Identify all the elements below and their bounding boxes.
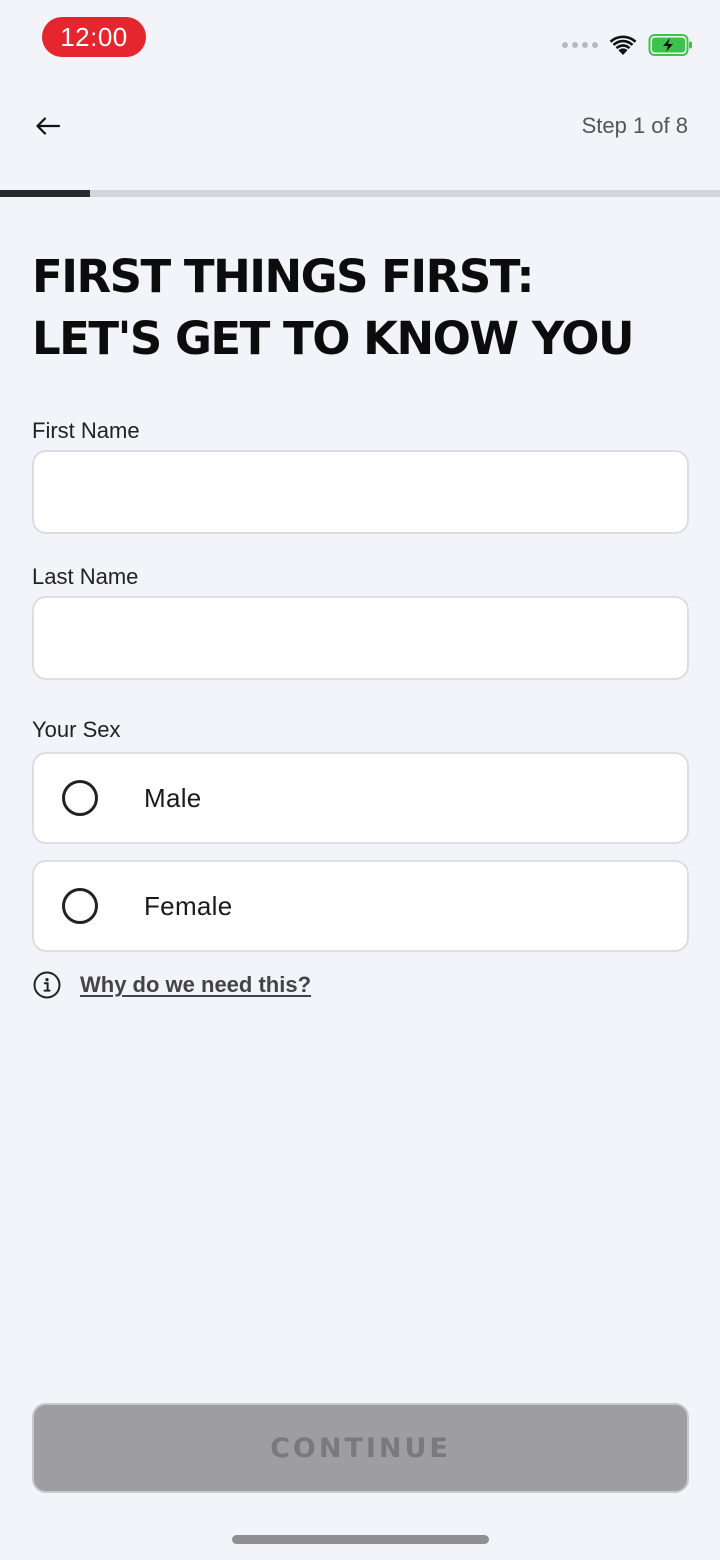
why-info-row[interactable]: Why do we need this?: [32, 970, 311, 1000]
sex-label: Your Sex: [32, 717, 121, 742]
last-name-input[interactable]: [32, 596, 689, 680]
continue-button[interactable]: CONTINUE: [32, 1403, 689, 1493]
first-name-input[interactable]: [32, 450, 689, 534]
cellular-signal-icon: [562, 42, 598, 48]
radio-button[interactable]: [62, 888, 98, 924]
status-time: 12:00: [42, 17, 146, 57]
radio-label: Male: [144, 782, 202, 813]
radio-label: Female: [144, 890, 233, 921]
page-title: FIRST THINGS FIRST: LET'S GET TO KNOW YO…: [32, 246, 702, 370]
info-icon: [33, 971, 61, 999]
back-button[interactable]: [30, 108, 66, 144]
sex-option-male[interactable]: Male: [32, 752, 689, 844]
first-name-label: First Name: [32, 418, 140, 443]
home-indicator: [232, 1535, 489, 1544]
radio-button[interactable]: [62, 780, 98, 816]
battery-charging-icon: [648, 34, 692, 56]
sex-option-female[interactable]: Female: [32, 860, 689, 952]
progress-bar-fill: [0, 190, 90, 197]
arrow-left-icon: [36, 117, 61, 135]
last-name-label: Last Name: [32, 564, 139, 589]
page-title-line-1: FIRST THINGS FIRST:: [32, 250, 534, 303]
wifi-icon: [609, 35, 637, 55]
page-title-line-2: LET'S GET TO KNOW YOU: [32, 312, 634, 365]
status-indicators: [562, 30, 694, 60]
step-indicator: Step 1 of 8: [581, 113, 688, 138]
progress-bar: [0, 190, 720, 197]
why-do-we-need-this-link[interactable]: Why do we need this?: [80, 972, 311, 998]
onboarding-screen: 12:00 Step 1 of 8 FIRST THINGS FIRST: LE…: [0, 0, 720, 1560]
